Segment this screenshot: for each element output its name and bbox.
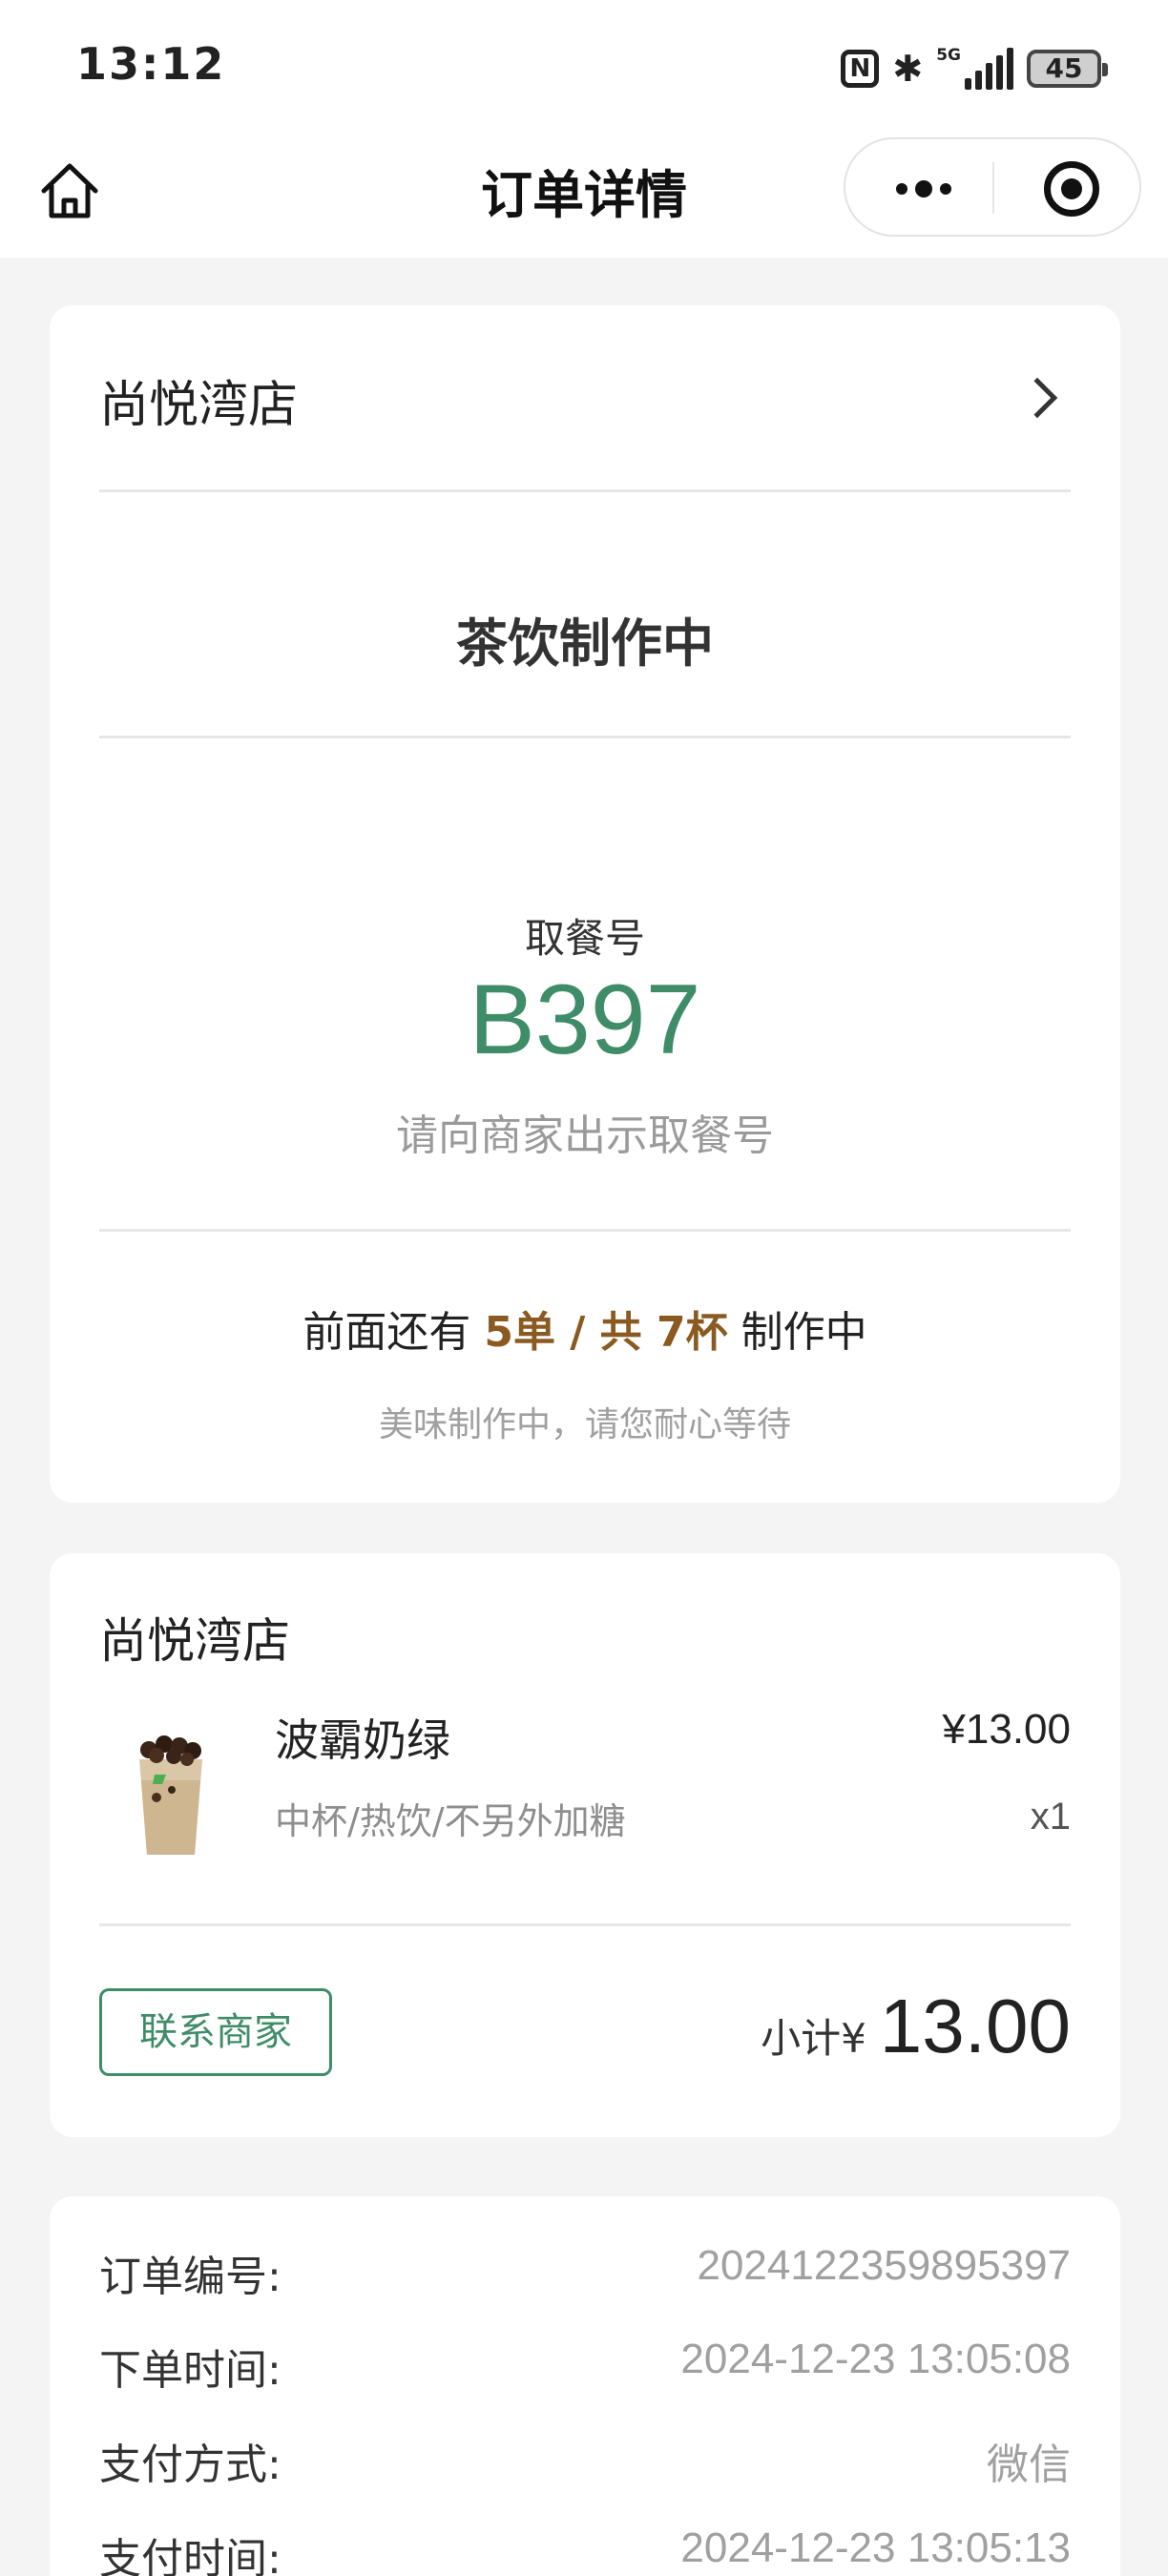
signal-bar <box>996 55 1003 90</box>
chevron-right-icon <box>1016 377 1058 419</box>
info-row-payment-time: 支付时间: 2024-12-23 13:05:13 <box>99 2524 1071 2576</box>
capsule-divider <box>992 162 994 214</box>
status-icons: N ✱ 5G 45 <box>841 42 1108 95</box>
product-image <box>128 1721 214 1864</box>
close-icon[interactable] <box>1044 161 1099 217</box>
signal-icon: 5G <box>936 48 1013 90</box>
divider <box>99 736 1071 738</box>
store-link[interactable]: 尚悦湾店 <box>99 305 1071 491</box>
queue-hint: 美味制作中，请您耐心等待 <box>378 1405 791 1444</box>
mini-program-capsule <box>844 137 1141 237</box>
more-dot <box>940 183 951 195</box>
info-label: 下单时间: <box>99 2346 282 2395</box>
signal-bar <box>965 78 971 90</box>
nav-bar: 订单详情 <box>0 134 1168 258</box>
order-items-card: 尚悦湾店 波霸奶绿 中杯/热饮/不另外加糖 ¥13.00 x1 联系商家 小计¥… <box>50 1553 1120 2137</box>
more-dot <box>896 183 907 195</box>
order-status-card: 尚悦湾店 茶饮制作中 取餐号 B397 请向商家出示取餐号 前面还有 5单 / … <box>50 305 1120 1503</box>
subtotal-label: 小计¥ <box>761 2015 866 2062</box>
product-price: ¥13.00 <box>942 1706 1071 1753</box>
network-type-label: 5G <box>936 46 961 65</box>
info-value: 2024-12-23 13:05:13 <box>680 2524 1071 2571</box>
more-icon[interactable] <box>876 166 971 212</box>
pickup-hint: 请向商家出示取餐号 <box>396 1111 774 1160</box>
divider <box>99 1923 1071 1926</box>
product-name: 波霸奶绿 <box>275 1714 450 1766</box>
order-info-card: 订单编号: 2024122359895397 下单时间: 2024-12-23 … <box>50 2196 1120 2576</box>
divider <box>99 489 1071 492</box>
queue-status: 前面还有 5单 / 共 7杯 制作中 <box>50 1298 1120 1359</box>
info-row-payment-method: 支付方式: 微信 <box>99 2430 1071 2497</box>
queue-suffix: 制作中 <box>727 1308 867 1357</box>
product-quantity: x1 <box>1030 1796 1071 1838</box>
divider <box>99 1229 1071 1232</box>
store-name: 尚悦湾店 <box>99 377 299 434</box>
info-value: 微信 <box>987 2441 1071 2488</box>
battery-icon: 45 <box>1027 50 1108 88</box>
info-label: 支付时间: <box>99 2535 282 2576</box>
subtotal: 小计¥ 13.00 <box>761 1983 1071 2070</box>
pickup-number: B397 <box>469 965 701 1075</box>
store-name: 尚悦湾店 <box>99 1613 290 1669</box>
subtotal-value: 13.00 <box>879 1984 1071 2068</box>
queue-prefix: 前面还有 <box>302 1308 485 1357</box>
bluetooth-icon: ✱ <box>892 48 924 90</box>
info-value: 2024-12-23 13:05:08 <box>680 2336 1071 2382</box>
contact-merchant-button[interactable]: 联系商家 <box>99 1988 332 2076</box>
info-value: 2024122359895397 <box>697 2242 1071 2289</box>
info-row-order-number: 订单编号: 2024122359895397 <box>99 2242 1071 2309</box>
product-spec: 中杯/热饮/不另外加糖 <box>275 1800 626 1842</box>
signal-bar <box>1007 48 1013 90</box>
signal-bar <box>975 71 982 90</box>
pickup-label: 取餐号 <box>524 915 645 962</box>
queue-count: 5单 / 共 7杯 <box>484 1308 728 1357</box>
status-bar: 13:12 N ✱ 5G 45 <box>0 0 1168 134</box>
signal-bar <box>986 63 992 90</box>
store-header: 尚悦湾店 <box>99 1553 1071 1739</box>
info-label: 订单编号: <box>99 2253 282 2301</box>
order-status: 茶饮制作中 <box>456 613 714 674</box>
nfc-icon: N <box>841 50 880 88</box>
status-time: 13:12 <box>76 38 226 90</box>
info-row-order-time: 下单时间: 2024-12-23 13:05:08 <box>99 2336 1071 2402</box>
more-dot <box>915 180 932 197</box>
info-label: 支付方式: <box>99 2441 282 2489</box>
